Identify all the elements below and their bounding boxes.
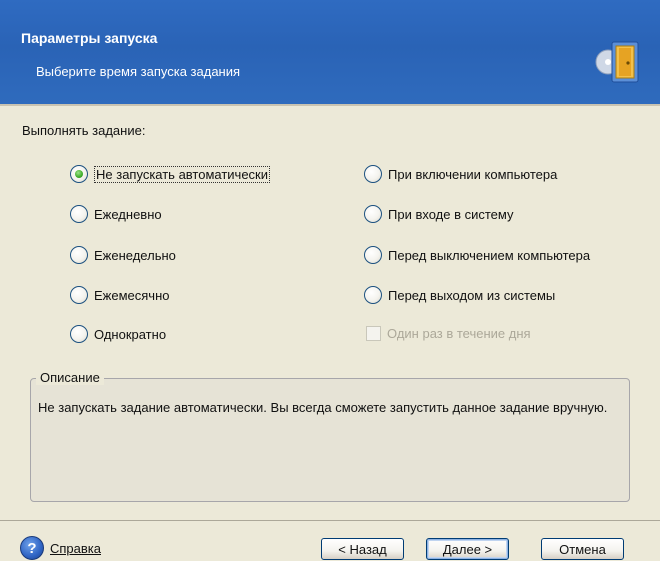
radio-once[interactable]: Однократно xyxy=(70,325,166,343)
radio-circle xyxy=(364,286,382,304)
once-per-day-checkbox[interactable]: Один раз в течение дня xyxy=(366,326,531,341)
radio-circle xyxy=(70,286,88,304)
radio-circle xyxy=(70,165,88,183)
help-icon: ? xyxy=(20,536,44,560)
next-button[interactable]: Далее > xyxy=(426,538,509,560)
radio-circle xyxy=(364,205,382,223)
radio-circle xyxy=(364,246,382,264)
description-text: Не запускать задание автоматически. Вы в… xyxy=(38,400,608,415)
radio-selected-dot xyxy=(75,170,83,178)
radio-circle xyxy=(70,246,88,264)
radio-label: Перед выключением компьютера xyxy=(388,247,591,263)
footer-divider xyxy=(0,520,660,521)
task-schedule-wizard: Параметры запуска Выберите время запуска… xyxy=(0,0,660,561)
help-label: Справка xyxy=(50,540,101,556)
checkbox-label: Один раз в течение дня xyxy=(387,326,531,341)
radio-before-shutdown[interactable]: Перед выключением компьютера xyxy=(364,246,590,264)
help-link[interactable]: ? Справка xyxy=(20,536,101,560)
radio-before-logoff[interactable]: Перед выходом из системы xyxy=(364,286,555,304)
wizard-header: Параметры запуска Выберите время запуска… xyxy=(0,0,660,106)
radio-daily[interactable]: Ежедневно xyxy=(70,205,162,223)
wizard-exit-icon xyxy=(592,36,644,88)
radio-label: Перед выходом из системы xyxy=(388,287,556,303)
radio-on-logon[interactable]: При входе в систему xyxy=(364,205,513,223)
description-legend: Описание xyxy=(36,370,104,385)
header-subtitle: Выберите время запуска задания xyxy=(36,64,241,79)
back-button[interactable]: < Назад xyxy=(321,538,404,560)
radio-on-computer-start[interactable]: При включении компьютера xyxy=(364,165,557,183)
radio-circle xyxy=(70,205,88,223)
radio-label: Не запускать автоматически xyxy=(94,165,271,183)
radio-monthly[interactable]: Ежемесячно xyxy=(70,286,170,304)
description-groupbox xyxy=(30,378,630,502)
radio-circle xyxy=(364,165,382,183)
checkbox-box xyxy=(366,326,381,341)
run-task-label: Выполнять задание: xyxy=(22,123,146,138)
cancel-button[interactable]: Отмена xyxy=(541,538,624,560)
radio-weekly[interactable]: Еженедельно xyxy=(70,246,176,264)
radio-label: Ежедневно xyxy=(94,206,162,222)
radio-circle xyxy=(70,325,88,343)
radio-label: При входе в систему xyxy=(388,206,514,222)
radio-label: Еженедельно xyxy=(94,247,176,263)
header-title: Параметры запуска xyxy=(21,30,158,46)
radio-label: При включении компьютера xyxy=(388,166,558,182)
radio-label: Ежемесячно xyxy=(94,287,170,303)
radio-label: Однократно xyxy=(94,326,167,342)
radio-no-auto-start[interactable]: Не запускать автоматически xyxy=(70,165,271,183)
